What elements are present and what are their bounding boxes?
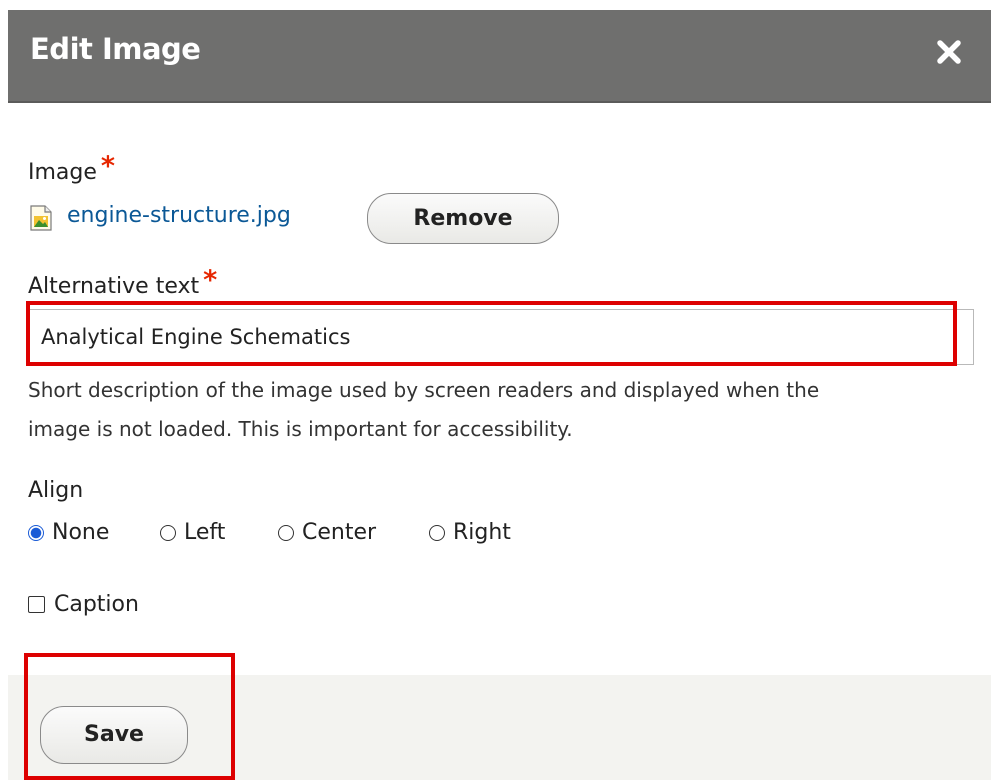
dialog-title: Edit Image <box>30 32 201 66</box>
radio-button[interactable] <box>278 525 294 541</box>
radio-label: None <box>52 520 110 545</box>
radio-button-checked[interactable] <box>28 525 44 541</box>
radio-label: Center <box>302 520 377 545</box>
edit-image-dialog: Edit Image Image * engine-structure.jpg R… <box>0 0 991 780</box>
radio-button[interactable] <box>160 525 176 541</box>
required-marker: * <box>100 151 116 182</box>
description-line: Short description of the image used by s… <box>28 378 820 402</box>
caption-checkbox[interactable] <box>28 596 45 613</box>
remove-button[interactable]: Remove <box>367 193 559 244</box>
close-icon <box>937 40 961 64</box>
save-button[interactable]: Save <box>40 706 188 764</box>
align-label: Align <box>28 478 84 503</box>
radio-label: Left <box>184 520 226 545</box>
close-button[interactable] <box>931 34 967 70</box>
caption-label: Caption <box>54 592 139 617</box>
alt-text-label: Alternative text * <box>28 265 218 299</box>
alt-text-description: Short description of the image used by s… <box>28 371 978 449</box>
dialog-titlebar: Edit Image <box>8 10 991 103</box>
image-field-label: Image * <box>28 151 116 185</box>
dialog-footer: Save <box>8 675 991 780</box>
image-file-icon <box>30 205 52 231</box>
required-marker: * <box>203 265 218 296</box>
image-file-link[interactable]: engine-structure.jpg <box>67 203 291 228</box>
radio-button[interactable] <box>429 525 445 541</box>
alt-text-input[interactable] <box>28 309 974 365</box>
description-line: image is not loaded. This is important f… <box>28 417 573 441</box>
radio-label: Right <box>453 520 511 545</box>
